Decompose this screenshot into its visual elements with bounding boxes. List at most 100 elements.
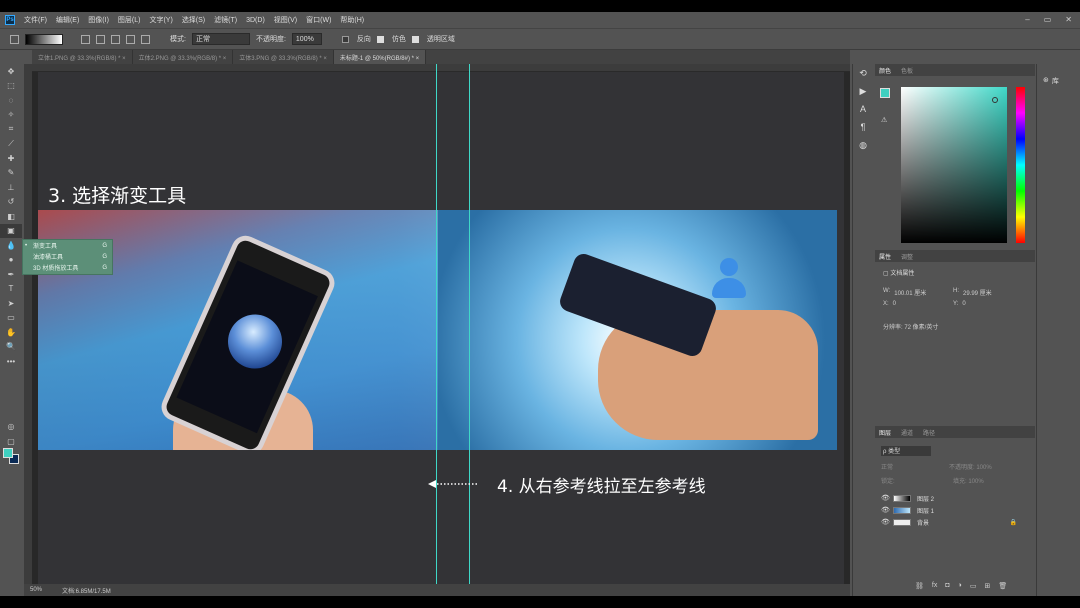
menu-window[interactable]: 窗口(W) [306,15,331,25]
x-value[interactable]: 0 [893,301,896,307]
history-panel-icon[interactable]: ⟲ [853,64,873,82]
layer-name[interactable]: 背景 [917,518,929,527]
tab-doc-untitled[interactable]: 未标题-1 @ 50%(RGB/8#) * × [333,50,427,64]
left-guide-line[interactable] [436,64,437,596]
flyout-3d-material-drop-tool[interactable]: 3D 材质拖放工具 G [23,262,112,273]
more-tools-icon[interactable]: ••• [0,354,22,369]
angle-gradient-button[interactable] [111,34,120,44]
dither-checkbox[interactable] [376,35,384,43]
layer-name[interactable]: 图层 1 [917,506,934,515]
transparency-checkbox[interactable] [411,35,419,43]
tab-paths[interactable]: 路径 [923,428,935,437]
opacity-field[interactable]: 100% [291,33,322,45]
tab-swatches[interactable]: 色板 [901,66,913,75]
gradient-tool-icon[interactable]: ▣ [0,223,22,238]
layer-row[interactable]: 👁 背景 🔒 [875,516,1035,528]
gradient-swatch[interactable] [25,33,63,45]
menu-edit[interactable]: 编辑(E) [56,15,79,25]
tab-channels[interactable]: 通道 [901,428,913,437]
lasso-tool-icon[interactable]: ◌ [0,93,22,108]
layer-filter-select[interactable]: ρ 类型 [881,446,931,456]
color-picker-field[interactable] [901,87,1007,243]
tab-properties[interactable]: 属性 [879,252,891,261]
new-group-icon[interactable]: ▭ [970,582,977,590]
layer-opacity-field[interactable]: 不透明度: 100% [949,462,992,471]
character-panel-icon[interactable]: A [853,100,873,118]
path-selection-tool-icon[interactable]: ➤ [0,296,22,311]
menu-file[interactable]: 文件(F) [24,15,47,25]
fill-field[interactable]: 填充: 100% [953,476,984,485]
menu-image[interactable]: 图像(I) [88,15,109,25]
rectangle-tool-icon[interactable]: ▭ [0,311,22,326]
layer-name[interactable]: 图层 2 [917,494,934,503]
marquee-tool-icon[interactable]: ⬚ [0,79,22,94]
tab-layers[interactable]: 图层 [879,428,891,437]
right-guide-line[interactable] [469,64,470,596]
foreground-color-swatch[interactable] [3,448,13,458]
document-photo[interactable] [38,210,837,450]
blend-mode-select[interactable]: 正常 [881,462,941,471]
link-layers-icon[interactable]: ⛓ [915,582,924,590]
history-brush-tool-icon[interactable]: ↺ [0,195,22,210]
type-tool-icon[interactable]: T [0,282,22,297]
radial-gradient-button[interactable] [96,34,105,44]
new-layer-icon[interactable]: ⊞ [984,582,990,590]
width-value[interactable]: 100.01 厘米 [894,288,926,297]
tab-doc-3[interactable]: 立体3.PNG @ 33.3%(RGB/8) * × [233,50,334,64]
menu-help[interactable]: 帮助(H) [340,15,364,25]
hue-slider[interactable] [1016,87,1025,243]
tab-color[interactable]: 颜色 [879,66,891,75]
eyedropper-tool-icon[interactable]: ⟋ [0,137,22,152]
healing-tool-icon[interactable]: ✚ [0,151,22,166]
hand-tool-icon[interactable]: ✋ [0,325,22,340]
flyout-gradient-tool[interactable]: • 渐变工具 G [23,240,112,251]
crop-tool-icon[interactable]: ⌗ [0,122,22,137]
visibility-eye-icon[interactable]: 👁 [881,506,890,514]
flyout-paint-bucket-tool[interactable]: 油漆桶工具 G [23,251,112,262]
color-swatches[interactable] [3,448,19,464]
actions-panel-icon[interactable]: ▶ [853,82,873,100]
menu-type[interactable]: 文字(Y) [149,15,172,25]
zoom-tool-icon[interactable]: 🔍 [0,340,22,355]
stamp-tool-icon[interactable]: ⊥ [0,180,22,195]
adjustment-layer-icon[interactable]: ◑ [958,582,962,590]
layer-row[interactable]: 👁 图层 1 [875,504,1035,516]
info-panel-icon[interactable]: ◍ [853,136,873,154]
height-value[interactable]: 29.99 厘米 [963,288,992,297]
brush-tool-icon[interactable]: ✎ [0,166,22,181]
dodge-tool-icon[interactable]: ● [0,253,22,268]
close-button[interactable]: ✕ [1065,15,1072,24]
delete-layer-icon[interactable]: 🗑 [998,582,1007,590]
panel-foreground-swatch[interactable] [880,88,890,98]
visibility-eye-icon[interactable]: 👁 [881,494,890,502]
eraser-tool-icon[interactable]: ◧ [0,209,22,224]
layer-row[interactable]: 👁 图层 2 [875,492,1035,504]
add-mask-icon[interactable]: ◘ [945,582,949,590]
menu-3d[interactable]: 3D(D) [246,17,265,24]
menu-filter[interactable]: 滤镜(T) [214,15,237,25]
restore-button[interactable]: ▭ [1044,15,1052,24]
tab-adjustments[interactable]: 调整 [901,252,913,261]
move-tool-icon[interactable]: ✥ [0,64,22,79]
visibility-eye-icon[interactable]: 👁 [881,518,890,526]
picker-cursor[interactable] [992,97,998,103]
paragraph-panel-icon[interactable]: ¶ [853,118,873,136]
reverse-checkbox[interactable] [341,35,349,43]
reflected-gradient-button[interactable] [126,34,135,44]
menu-layer[interactable]: 图层(L) [118,15,141,25]
menu-view[interactable]: 视图(V) [274,15,297,25]
quick-mask-icon[interactable]: ◎ [0,419,22,434]
tab-doc-2[interactable]: 立体2.PNG @ 33.3%(RGB/8) * × [133,50,234,64]
tab-doc-1[interactable]: 立体1.PNG @ 33.3%(RGB/8) * × [32,50,133,64]
libraries-button[interactable]: ⊛ 库 [1043,76,1059,86]
pen-tool-icon[interactable]: ✒ [0,267,22,282]
zoom-level[interactable]: 50% [30,587,42,593]
magic-wand-tool-icon[interactable]: ✧ [0,108,22,123]
minimize-button[interactable]: – [1025,15,1029,24]
blur-tool-icon[interactable]: 💧 [0,238,22,253]
y-value[interactable]: 0 [962,301,965,307]
diamond-gradient-button[interactable] [141,34,150,44]
tool-preset-picker[interactable] [10,34,19,44]
linear-gradient-button[interactable] [81,34,90,44]
mode-select[interactable]: 正常 [191,33,250,45]
